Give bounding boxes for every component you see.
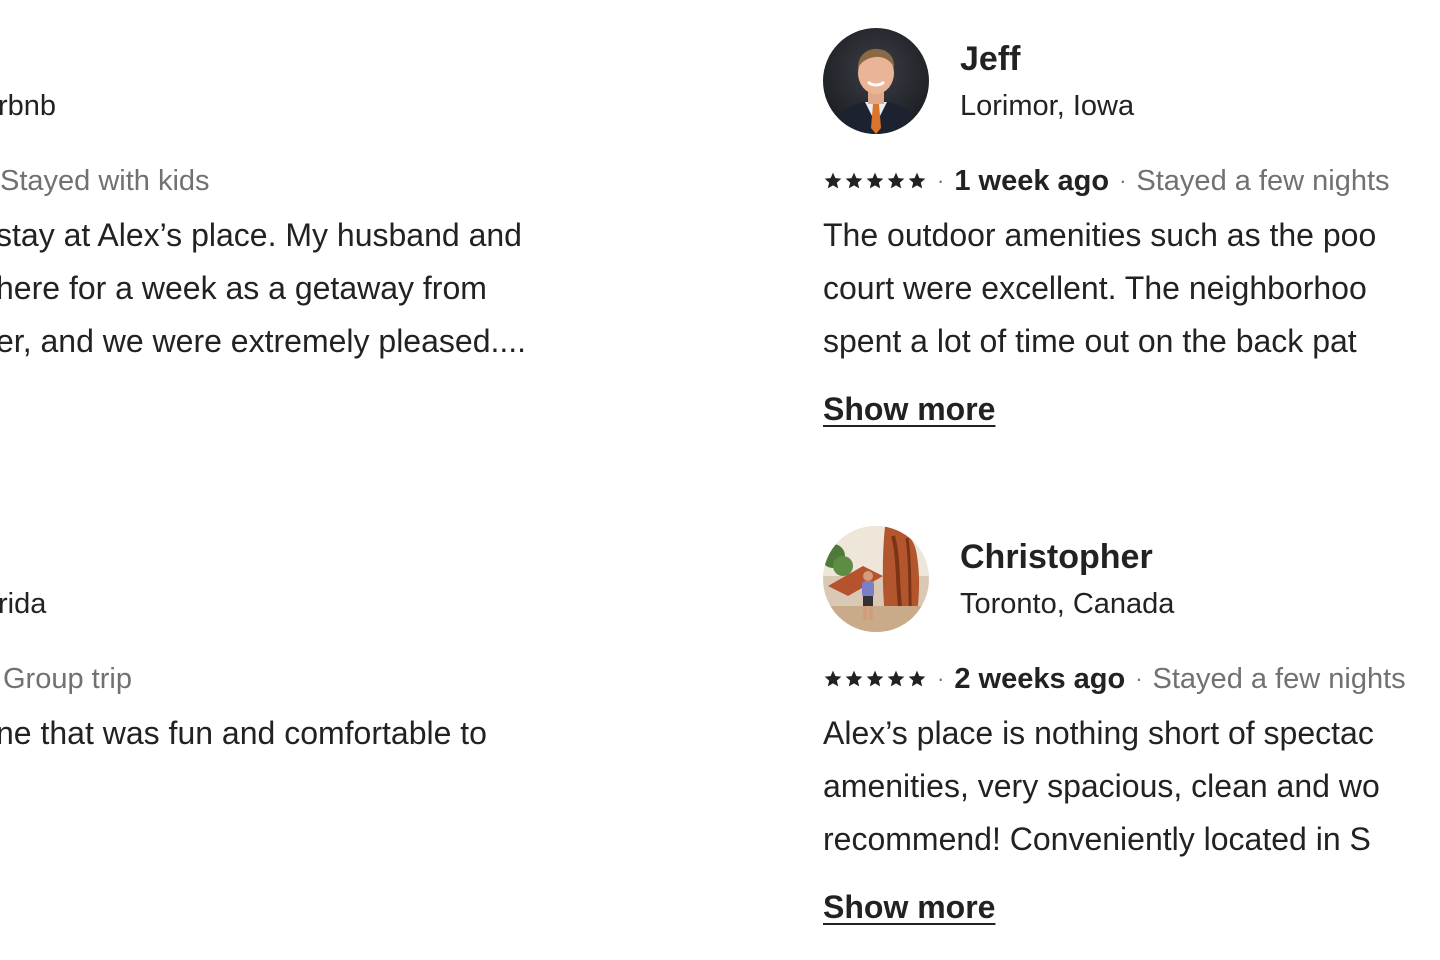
reviewer-name: Jeff: [960, 40, 1021, 78]
stay-type: Group trip: [3, 663, 132, 695]
star-rating: [823, 669, 927, 689]
star-icon: [865, 669, 885, 689]
review-date: 2 weeks ago: [954, 663, 1126, 695]
review-text-line: here for a week as a getaway from: [0, 270, 487, 306]
reviewer-location: rbnb: [0, 90, 57, 122]
stay-type: Stayed with kids: [0, 165, 210, 197]
stay-type: Stayed a few nights: [1152, 663, 1406, 695]
star-icon: [886, 171, 906, 191]
separator-dot: ·: [1135, 666, 1143, 691]
review-text-line: ne that was fun and comfortable to: [0, 715, 487, 751]
review-date: 1 week ago: [954, 165, 1110, 197]
review-meta: Group trip: [3, 661, 132, 697]
review-meta: · 2 weeks ago · Stayed a few nights: [823, 661, 1406, 697]
avatar-christopher[interactable]: [823, 526, 929, 632]
show-more-button[interactable]: Show more: [823, 391, 995, 428]
show-more-button[interactable]: Show more: [823, 889, 995, 926]
stay-type: Stayed a few nights: [1136, 165, 1390, 197]
review-text-line: recommend! Conveniently located in S: [823, 821, 1371, 857]
review-text-line: The outdoor amenities such as the poo: [823, 217, 1377, 253]
review-text-line: amenities, very spacious, clean and wo: [823, 768, 1380, 804]
avatar-jeff[interactable]: [823, 28, 929, 134]
star-icon: [844, 669, 864, 689]
review-text-line: Alex’s place is nothing short of spectac: [823, 715, 1374, 751]
reviewer-location: Lorimor, Iowa: [960, 90, 1135, 122]
reviewer-location: rida: [0, 588, 47, 620]
star-icon: [865, 171, 885, 191]
star-rating: [823, 171, 927, 191]
star-icon: [907, 669, 927, 689]
review-text-line: stay at Alex’s place. My husband and: [0, 217, 522, 253]
review-text-line: spent a lot of time out on the back pat: [823, 323, 1357, 359]
star-icon: [886, 669, 906, 689]
review-text-line: er, and we were extremely pleased....: [0, 323, 527, 359]
reviewer-location: Toronto, Canada: [960, 588, 1175, 620]
separator-dot: ·: [937, 666, 945, 691]
review-meta: Stayed with kids: [0, 163, 210, 199]
reviews-page: rbnb Stayed with kids stay at Alex’s pla…: [0, 0, 1440, 960]
star-icon: [823, 171, 843, 191]
profile-photo-icon: [823, 526, 929, 632]
separator-dot: ·: [937, 168, 945, 193]
review-text-line: court were excellent. The neighborhoo: [823, 270, 1367, 306]
separator-dot: ·: [1119, 168, 1127, 193]
profile-photo-icon: [823, 28, 929, 134]
star-icon: [844, 171, 864, 191]
star-icon: [907, 171, 927, 191]
star-icon: [823, 669, 843, 689]
review-meta: · 1 week ago · Stayed a few nights: [823, 163, 1390, 199]
reviewer-name: Christopher: [960, 538, 1153, 576]
